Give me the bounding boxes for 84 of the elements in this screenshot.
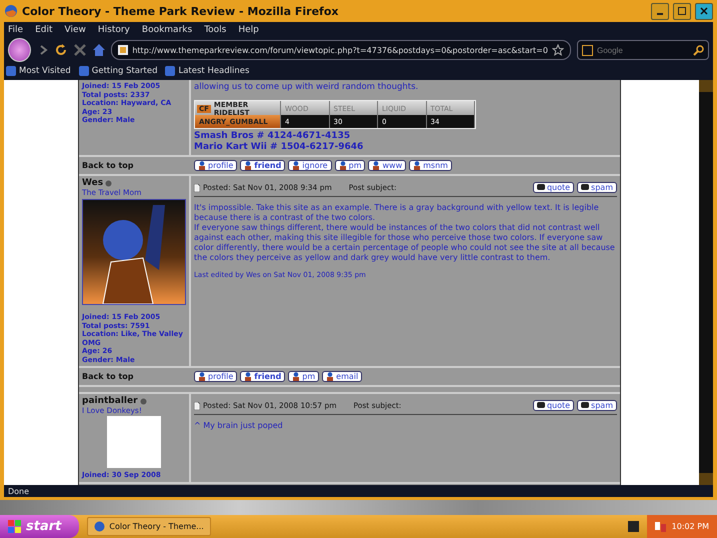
user-icon (198, 372, 206, 381)
author-name[interactable]: paintballer (82, 396, 186, 406)
post-button[interactable]: friend (240, 160, 286, 171)
avatar-image (107, 416, 161, 468)
post-text: If everyone saw things different, there would be instances of the two colors that did not contrast well against each other, making this site illegible for those who perceive those two colors. If everyone saw color differently, there would be a certain percentage of people who could not see the site at all because the colors they perceive as yellow and dark grey would have very little contrast to them. (194, 223, 616, 263)
menu-item[interactable]: Help (238, 25, 259, 35)
status-icon (140, 398, 147, 404)
menu-item[interactable]: View (64, 25, 86, 35)
bookmark-label[interactable]: Getting Started (92, 66, 158, 76)
user-icon (244, 161, 252, 170)
bookmark-label[interactable]: Most Visited (19, 66, 71, 76)
speech-icon (581, 184, 590, 192)
menu-item[interactable]: Bookmarks (142, 25, 192, 35)
search-engine-icon (582, 44, 593, 56)
home-icon[interactable] (92, 43, 106, 57)
post-button[interactable]: profile (194, 160, 238, 171)
post-icon (194, 402, 200, 410)
bookmark-item[interactable]: Getting Started (78, 66, 158, 76)
post-button[interactable]: profile (194, 371, 238, 382)
bookmark-item[interactable]: Latest Headlines (165, 66, 250, 76)
author-name[interactable]: Wes (82, 178, 186, 188)
signature-line: Mario Kart Wii # 1504-6217-9646 (194, 142, 364, 153)
post-button[interactable]: ignore (288, 160, 332, 171)
menu-item[interactable]: Tools (204, 25, 226, 35)
window-title: Color Theory - Theme Park Review - Mozilla Firefox (22, 4, 340, 18)
bookmark-item[interactable]: Most Visited (6, 66, 71, 76)
speech-icon (536, 402, 545, 410)
user-icon (244, 372, 252, 381)
maximize-button[interactable] (673, 2, 691, 20)
status-text: Done (4, 485, 713, 497)
post-action-button[interactable]: quote (532, 400, 574, 411)
search-icon[interactable] (693, 44, 704, 56)
post-button[interactable]: friend (240, 371, 286, 382)
stop-icon[interactable] (73, 43, 86, 57)
user-icon (338, 161, 347, 170)
back-to-top-link[interactable]: Back to top (79, 157, 191, 174)
site-icon (118, 45, 128, 55)
bookmark-icon (78, 66, 89, 76)
post-action-button[interactable]: quote (532, 182, 574, 193)
maximize-icon (678, 7, 686, 15)
post-button[interactable]: pm (334, 160, 366, 171)
scrollbar[interactable] (699, 80, 713, 485)
back-to-top-link[interactable]: Back to top (79, 368, 191, 385)
user-icon (198, 161, 206, 170)
post-button[interactable]: msnm (409, 160, 452, 171)
close-icon (700, 7, 708, 15)
post-action-button[interactable]: spam (577, 400, 617, 411)
post-button[interactable]: pm (288, 371, 320, 382)
status-icon (105, 180, 112, 186)
user-icon (372, 161, 380, 170)
windows-logo-icon (8, 520, 22, 534)
search-field[interactable]: Google (596, 46, 689, 54)
menu-item[interactable]: History (98, 25, 130, 35)
user-icon (413, 161, 422, 170)
post-text: It's impossible. Take this site as an example. There is a gray background with yellow text. It is legible because there is a contrast of the two colors. (194, 203, 600, 223)
search-bar[interactable]: Google (576, 40, 709, 60)
taskbar-item[interactable]: Color Theory - Theme... (87, 517, 211, 536)
post-action-button[interactable]: spam (577, 182, 617, 193)
browser-icon (4, 4, 18, 18)
back-button[interactable] (8, 38, 31, 62)
user-icon (292, 161, 300, 170)
bookmark-icon (165, 66, 176, 76)
bookmark-icon (6, 66, 16, 76)
browser-icon (94, 521, 106, 532)
speech-icon (536, 184, 545, 192)
close-button[interactable] (695, 2, 713, 20)
post-text: ^ My brain just poped (194, 421, 284, 431)
bookmark-label[interactable]: Latest Headlines (178, 66, 250, 76)
post-text: allowing us to come up with weird random thoughts. (194, 82, 420, 92)
menu-item[interactable]: Edit (35, 25, 52, 35)
start-button[interactable]: start (0, 515, 80, 538)
signature-line: Smash Bros # 4124-4671-4135 (194, 131, 352, 142)
user-icon (292, 372, 300, 381)
reload-icon[interactable] (54, 43, 68, 57)
post-button[interactable]: email (322, 371, 362, 382)
clock: 10:02 PM (672, 522, 709, 531)
star-icon[interactable] (552, 44, 564, 56)
user-icon (326, 372, 334, 381)
speech-icon (581, 402, 590, 410)
post-button[interactable]: www (368, 160, 406, 171)
address-bar[interactable]: http://www.themeparkreview.com/forum/viewtopic.php?t=47376&postdays=0&postorder=asc&start=0 (111, 40, 571, 60)
menu-item[interactable]: File (8, 25, 24, 35)
minimize-button[interactable] (651, 2, 669, 20)
post-icon (194, 184, 200, 192)
